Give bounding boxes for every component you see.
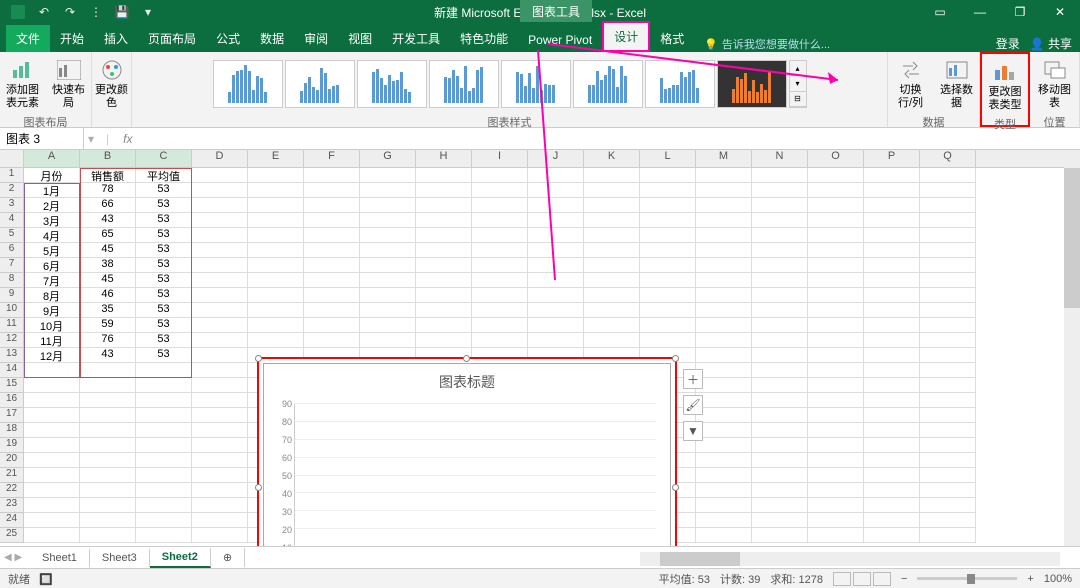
name-box[interactable]: 图表 3 — [0, 128, 84, 149]
worksheet-grid[interactable]: ABCDEFGHIJKLMNOPQ 1月份销售额平均值21月785332月665… — [0, 150, 1080, 546]
chart-style-thumb[interactable] — [429, 60, 499, 108]
tab-developer[interactable]: 开发工具 — [382, 25, 450, 52]
group-label-chart-styles: 图表样式 — [488, 112, 532, 130]
chart-tools-context-tab: 图表工具 — [520, 0, 592, 22]
close-icon[interactable]: ✕ — [1040, 0, 1080, 24]
touch-mode-icon[interactable]: ⋮ — [88, 4, 104, 20]
excel-icon — [10, 4, 26, 20]
move-chart-button[interactable]: 移动图表 — [1035, 56, 1075, 112]
zoom-out-icon[interactable]: − — [901, 573, 907, 585]
change-chart-type-button[interactable]: 更改图表类型 — [985, 58, 1025, 114]
group-label-type: 类型 — [994, 114, 1016, 132]
chart-plot-area[interactable] — [294, 404, 656, 546]
new-sheet-button[interactable]: ⊕ — [211, 548, 245, 567]
sheet-tab[interactable]: Sheet1 — [30, 549, 90, 567]
tab-design[interactable]: 设计 — [602, 21, 650, 52]
horizontal-scrollbar[interactable] — [640, 552, 1060, 566]
zoom-level[interactable]: 100% — [1044, 573, 1072, 585]
chart-style-thumb[interactable] — [717, 60, 787, 108]
chart-style-thumb[interactable] — [213, 60, 283, 108]
redo-icon[interactable]: ↷ — [62, 4, 78, 20]
restore-icon[interactable]: ❐ — [1000, 0, 1040, 24]
sheet-tab-bar: ◀ ▶ Sheet1 Sheet3 Sheet2 ⊕ — [0, 546, 1080, 568]
zoom-in-icon[interactable]: + — [1027, 573, 1033, 585]
save-icon[interactable]: 💾 — [114, 4, 130, 20]
undo-icon[interactable]: ↶ — [36, 4, 52, 20]
lightbulb-icon: 💡 — [704, 38, 718, 51]
chart-style-thumb[interactable] — [501, 60, 571, 108]
embedded-chart[interactable]: 图表标题 0102030405060708090 1月2月3月4月5月6月7月8… — [257, 357, 677, 546]
chart-style-thumb[interactable] — [357, 60, 427, 108]
sheet-nav-arrows[interactable]: ◀ ▶ — [4, 552, 22, 563]
title-bar: ↶ ↷ ⋮ 💾 ▾ 新建 Microsoft Excel 工作表.xlsx - … — [0, 0, 1080, 24]
formula-bar: 图表 3 ▾ | fx — [0, 128, 1080, 150]
select-data-button[interactable]: 选择数据 — [937, 56, 977, 112]
chart-style-thumb[interactable] — [573, 60, 643, 108]
minimize-icon[interactable]: — — [960, 0, 1000, 24]
tab-review[interactable]: 审阅 — [294, 25, 338, 52]
group-label-data: 数据 — [923, 112, 945, 130]
view-buttons[interactable] — [833, 572, 891, 586]
chart-y-axis: 0102030405060708090 — [274, 404, 294, 546]
chart-style-thumb[interactable] — [285, 60, 355, 108]
tab-insert[interactable]: 插入 — [94, 25, 138, 52]
tell-me-box[interactable]: 💡告诉我您想要做什么... — [694, 36, 830, 52]
vertical-scrollbar[interactable] — [1064, 150, 1080, 546]
fx-icon[interactable]: fx — [117, 132, 138, 146]
chart-filters-icon[interactable]: ▼ — [683, 421, 703, 441]
login-link[interactable]: 登录 — [996, 35, 1020, 52]
tab-home[interactable]: 开始 — [50, 25, 94, 52]
column-headers[interactable]: ABCDEFGHIJKLMNOPQ — [24, 150, 1080, 168]
qat-dropdown-icon[interactable]: ▾ — [140, 4, 156, 20]
status-bar: 就绪 🔲 平均值: 53 计数: 39 求和: 1278 − + 100% — [0, 568, 1080, 588]
chart-styles-icon[interactable]: 🖌 — [683, 395, 703, 415]
tab-data[interactable]: 数据 — [250, 25, 294, 52]
group-label-location: 位置 — [1044, 112, 1066, 130]
ribbon-tabs: 文件 开始 插入 页面布局 公式 数据 审阅 视图 开发工具 特色功能 Powe… — [0, 24, 1080, 52]
tab-special[interactable]: 特色功能 — [450, 25, 518, 52]
add-chart-element-button[interactable]: 添加图表元素 — [3, 56, 43, 112]
ribbon-display-icon[interactable]: ▭ — [920, 0, 960, 24]
group-label-chart-layout: 图表布局 — [24, 112, 68, 130]
formula-input[interactable] — [139, 130, 1080, 148]
tab-format[interactable]: 格式 — [650, 25, 694, 52]
tab-file[interactable]: 文件 — [6, 25, 50, 52]
select-all-corner[interactable] — [0, 150, 24, 168]
quick-access-toolbar: ↶ ↷ ⋮ 💾 ▾ — [0, 4, 156, 20]
chart-title[interactable]: 图表标题 — [264, 364, 670, 396]
change-colors-button[interactable]: 更改颜色 — [92, 56, 132, 112]
chart-elements-icon[interactable]: ＋ — [683, 369, 703, 389]
share-button[interactable]: 👤 共享 — [1030, 35, 1072, 52]
sheet-tab[interactable]: Sheet3 — [90, 549, 150, 567]
switch-row-col-button[interactable]: 切换行/列 — [891, 56, 931, 112]
ribbon-body: 添加图表元素 快速布局 图表布局 更改颜色 ▴▾⊟ 图表样式 切换行/列 选择数… — [0, 52, 1080, 128]
sheet-tab-active[interactable]: Sheet2 — [150, 548, 211, 568]
chart-style-thumb[interactable] — [645, 60, 715, 108]
tab-powerpivot[interactable]: Power Pivot — [518, 28, 602, 52]
tab-page-layout[interactable]: 页面布局 — [138, 25, 206, 52]
tab-formula[interactable]: 公式 — [206, 25, 250, 52]
quick-layout-button[interactable]: 快速布局 — [49, 56, 89, 112]
tab-view[interactable]: 视图 — [338, 25, 382, 52]
name-box-dropdown-icon[interactable]: ▾ — [84, 132, 98, 146]
chart-styles-gallery[interactable]: ▴▾⊟ — [211, 56, 809, 112]
